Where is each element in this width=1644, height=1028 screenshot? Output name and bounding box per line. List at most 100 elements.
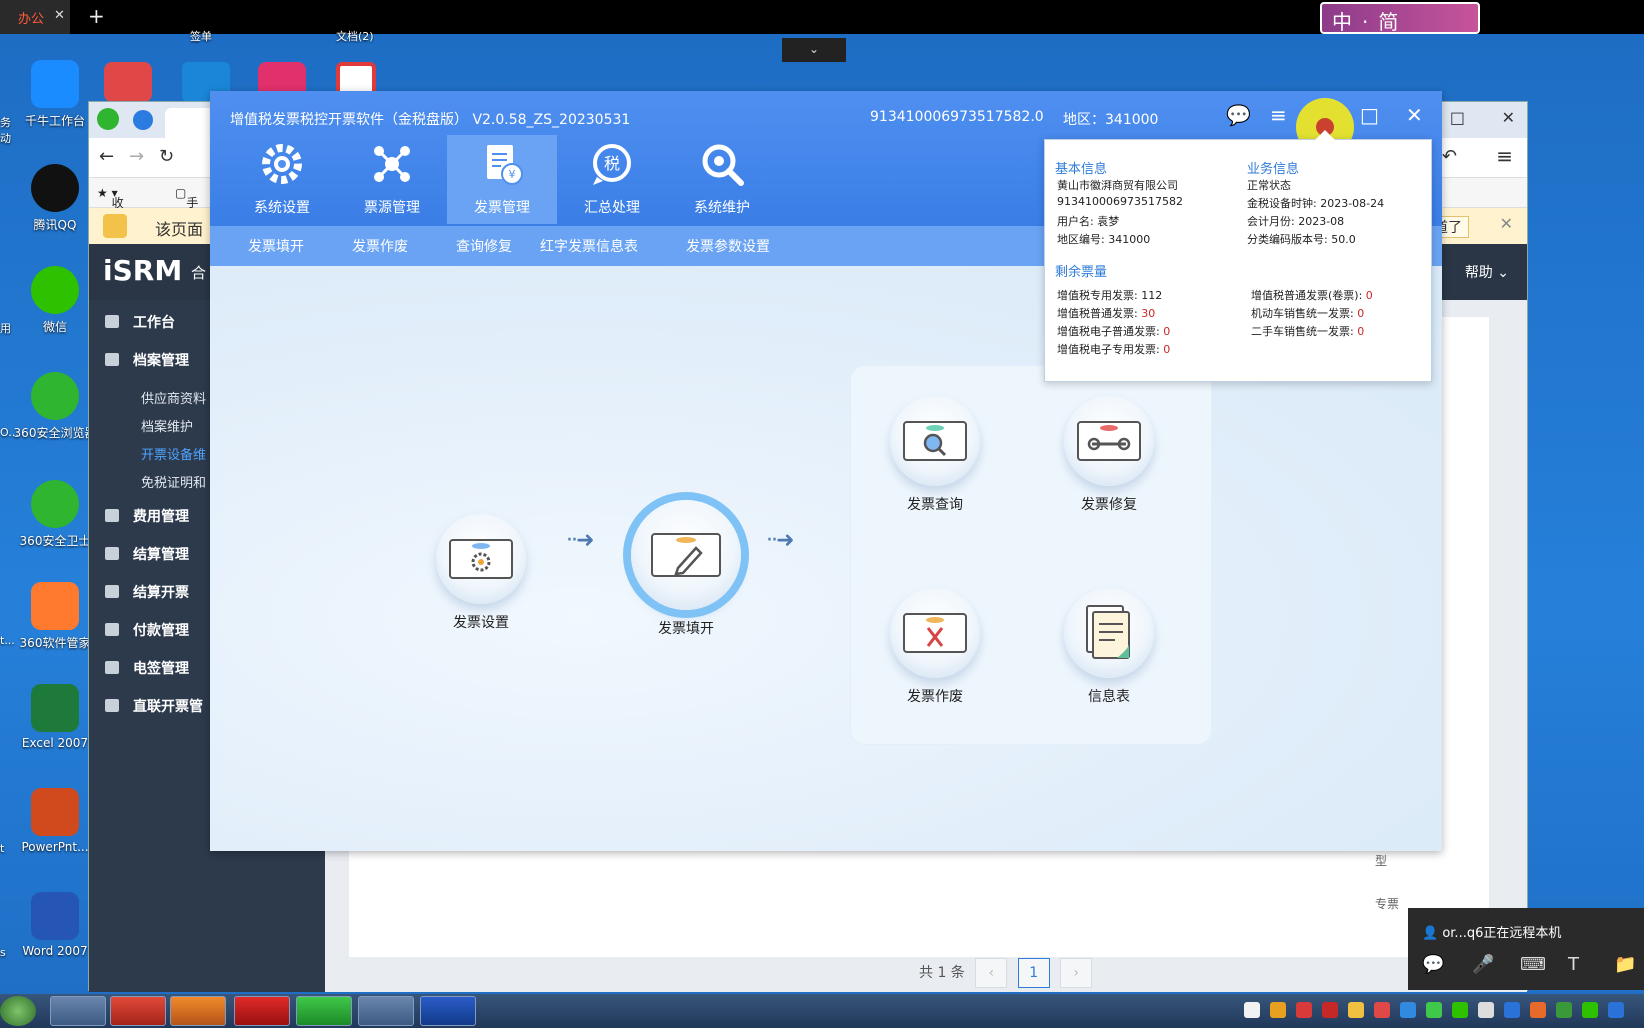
taskbar-app-5[interactable]	[296, 996, 352, 1026]
ime-toolbar[interactable]: 中 · 简	[1320, 2, 1480, 34]
undo-icon[interactable]: ↶	[1442, 146, 1457, 167]
desktop-icon-label: 微信	[42, 320, 67, 334]
maximize-button[interactable]: □	[1450, 108, 1465, 127]
bookmark-star[interactable]: ★ 收藏 ▾	[97, 186, 124, 227]
tray-icon[interactable]	[1426, 1002, 1442, 1018]
sidebar-item-workbench[interactable]: 工作台	[105, 312, 175, 332]
menu-icon[interactable]: ≡	[1496, 144, 1513, 168]
forward-icon[interactable]: →	[129, 146, 144, 167]
microphone-icon[interactable]: 🎤	[1472, 954, 1494, 975]
desktop-icon-ppt[interactable]: PowerPnt...	[10, 788, 100, 854]
refresh-icon[interactable]: ↻	[159, 146, 174, 167]
subtab-query-repair[interactable]: 查询修复	[456, 236, 512, 256]
help-menu[interactable]: 帮助 ⌄	[1465, 262, 1509, 282]
desktop-icon-360safe[interactable]: 360安全卫士	[10, 480, 100, 549]
tray-icon[interactable]	[1400, 1002, 1416, 1018]
sidebar-item-archive[interactable]: 档案管理	[105, 350, 189, 370]
taskbar-app-3[interactable]	[170, 996, 226, 1026]
tray-icon[interactable]	[1582, 1002, 1598, 1018]
app-icon[interactable]	[104, 62, 152, 102]
tray-icon[interactable]	[1504, 1002, 1520, 1018]
remote-tab[interactable]: 办公 ✕	[0, 0, 70, 34]
taskbar-app-2[interactable]	[110, 996, 166, 1026]
close-button[interactable]: ✕	[1406, 103, 1423, 127]
tray-icon[interactable]	[1348, 1002, 1364, 1018]
sidebar-sub-device[interactable]: 开票设备维	[141, 444, 206, 463]
nav-ticket-source[interactable]: 票源管理	[337, 135, 447, 224]
taskbar-app-7[interactable]	[420, 996, 476, 1026]
tray-icon[interactable]	[1270, 1002, 1286, 1018]
sidebar-sub-exempt[interactable]: 免税证明和	[141, 472, 206, 491]
taskbar-app-6[interactable]	[358, 996, 414, 1026]
edge-label: 务	[0, 116, 11, 129]
tray-icon[interactable]	[1322, 1002, 1338, 1018]
tray-icon[interactable]	[1296, 1002, 1312, 1018]
card-invoice-void[interactable]: 发票作废	[889, 588, 981, 706]
sidebar-item-expense[interactable]: 费用管理	[105, 506, 189, 526]
ime-simplified[interactable]: 简	[1378, 10, 1398, 34]
start-button[interactable]	[0, 996, 36, 1026]
desktop-icon-360browser[interactable]: 360安全浏览器	[10, 372, 100, 441]
nav-summary[interactable]: 税 汇总处理	[557, 135, 667, 224]
subtab-red-letter[interactable]: 红字发票信息表	[540, 236, 638, 256]
pager-page[interactable]: 1	[1017, 958, 1050, 988]
notice-close-icon[interactable]: ✕	[1500, 214, 1513, 233]
srm-header-tab[interactable]: 合	[191, 262, 206, 283]
chat-icon[interactable]: 💬	[1422, 954, 1444, 975]
tray-icon[interactable]	[1452, 1002, 1468, 1018]
tray-icon[interactable]	[1530, 1002, 1546, 1018]
card-invoice-query[interactable]: 发票查询	[889, 396, 981, 514]
sidebar-sub-supplier[interactable]: 供应商资料	[141, 388, 206, 407]
subtab-void[interactable]: 发票作废	[352, 236, 408, 256]
close-button[interactable]: ✕	[1502, 108, 1515, 127]
desktop-icon-wechat[interactable]: 微信	[10, 266, 100, 335]
desktop-icon-excel[interactable]: Excel 2007	[10, 684, 100, 750]
taskbar-app-1[interactable]	[50, 996, 106, 1026]
desktop-icon-360soft[interactable]: 360软件管家	[10, 582, 100, 651]
sidebar-item-settle-invoice[interactable]: 结算开票	[105, 582, 189, 602]
column-header-type: 型	[1375, 854, 1388, 868]
bookmark-phone[interactable]: ▢ 手机	[175, 186, 198, 227]
tray-icon[interactable]	[1374, 1002, 1390, 1018]
flow-invoice-fill[interactable]: 发票填开	[630, 500, 742, 638]
pager-prev[interactable]: ‹	[975, 958, 1008, 988]
tray-icon[interactable]	[1478, 1002, 1494, 1018]
sidebar-item-esign[interactable]: 电签管理	[105, 658, 189, 678]
desktop-icon-qianniu[interactable]: 千牛工作台	[10, 60, 100, 129]
close-icon[interactable]: ✕	[54, 8, 65, 23]
tray-icon[interactable]	[1244, 1002, 1260, 1018]
sidebar-item-payment[interactable]: 付款管理	[105, 620, 189, 640]
card-invoice-repair[interactable]: 发票修复	[1063, 396, 1155, 514]
subtab-params[interactable]: 发票参数设置	[686, 236, 770, 256]
keyboard-icon[interactable]: ⌨	[1520, 954, 1546, 975]
nav-maintenance[interactable]: 系统维护	[667, 135, 777, 224]
back-icon[interactable]: ←	[99, 146, 114, 167]
subtab-fill[interactable]: 发票填开	[248, 236, 304, 256]
text-icon[interactable]: T	[1568, 954, 1579, 975]
card-label: 发票作废	[907, 689, 963, 705]
message-icon[interactable]: 💬	[1226, 103, 1251, 127]
maximize-button[interactable]: □	[1360, 103, 1379, 127]
taskbar-app-4[interactable]	[234, 996, 290, 1026]
navigate-icon[interactable]	[133, 110, 153, 130]
sidebar-item-settlement[interactable]: 结算管理	[105, 544, 189, 564]
ime-mode[interactable]: 中	[1332, 10, 1352, 34]
desktop-icon-qq[interactable]: 腾讯QQ	[10, 164, 100, 233]
pager-next[interactable]: ›	[1060, 958, 1093, 988]
wechat-icon	[31, 266, 79, 314]
edge-label: 用	[0, 322, 11, 335]
menu-icon[interactable]: ≡	[1270, 103, 1287, 127]
new-tab-button[interactable]: +	[88, 4, 105, 28]
code-version: 分类编码版本号: 50.0	[1247, 233, 1356, 246]
tray-icon[interactable]	[1608, 1002, 1624, 1018]
collapse-toolbar-button[interactable]: ⌄	[782, 38, 846, 62]
flow-invoice-settings[interactable]: 发票设置	[435, 514, 527, 632]
tray-icon[interactable]	[1556, 1002, 1572, 1018]
sidebar-sub-archive-maint[interactable]: 档案维护	[141, 416, 193, 435]
nav-invoice-management[interactable]: ¥ 发票管理	[447, 135, 557, 224]
card-info-table[interactable]: 信息表	[1063, 588, 1155, 706]
desktop-icon-word[interactable]: Word 2007	[10, 892, 100, 958]
folder-icon[interactable]: 📁	[1614, 954, 1636, 975]
nav-system-settings[interactable]: 系统设置	[227, 135, 337, 224]
sidebar-item-direct-invoice[interactable]: 直联开票管	[105, 696, 203, 716]
